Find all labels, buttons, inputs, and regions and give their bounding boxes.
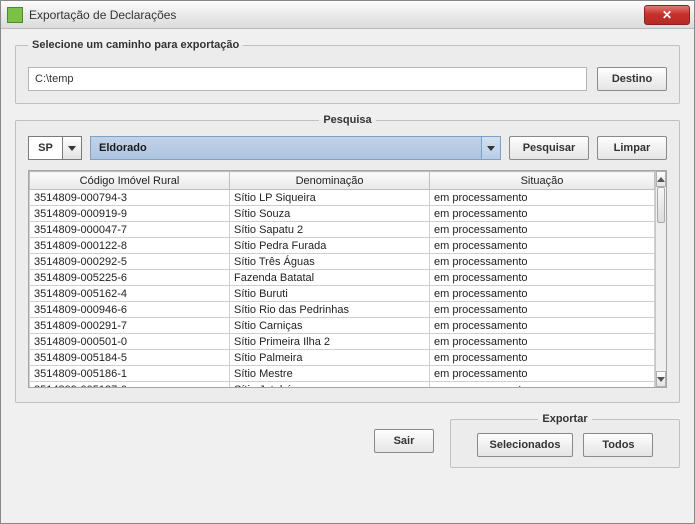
close-button[interactable]: ✕ — [644, 5, 690, 25]
table-row[interactable]: 3514809-000047-7Sítio Sapatu 2em process… — [30, 222, 655, 238]
cell-denom: Sítio Pedra Furada — [230, 238, 430, 254]
table-row[interactable]: 3514809-005187-0Sítio Jatobáem processam… — [30, 382, 655, 388]
cell-sit: em processamento — [430, 222, 655, 238]
cell-denom: Sítio Palmeira — [230, 350, 430, 366]
cell-denom: Sítio Souza — [230, 206, 430, 222]
table-row[interactable]: 3514809-000946-6Sítio Rio das Pedrinhase… — [30, 302, 655, 318]
footer-row: Sair Exportar Selecionados Todos — [15, 413, 680, 468]
cell-codigo: 3514809-005162-4 — [30, 286, 230, 302]
scroll-thumb[interactable] — [657, 187, 665, 223]
table-row[interactable]: 3514809-005162-4Sítio Burutiem processam… — [30, 286, 655, 302]
cell-codigo: 3514809-000122-8 — [30, 238, 230, 254]
cell-denom: Fazenda Batatal — [230, 270, 430, 286]
cell-sit: em processamento — [430, 206, 655, 222]
sair-button[interactable]: Sair — [374, 429, 434, 453]
cell-codigo: 3514809-005186-1 — [30, 366, 230, 382]
cell-codigo: 3514809-005184-5 — [30, 350, 230, 366]
cell-sit: em processamento — [430, 382, 655, 388]
window-title: Exportação de Declarações — [29, 8, 644, 22]
table-header-row: Código Imóvel Rural Denominação Situação — [30, 172, 655, 190]
city-value[interactable] — [90, 136, 481, 160]
scroll-up-button[interactable] — [656, 171, 666, 187]
selecionados-button[interactable]: Selecionados — [477, 433, 574, 457]
close-icon: ✕ — [662, 8, 672, 22]
cell-codigo: 3514809-000501-0 — [30, 334, 230, 350]
results-table-wrap: Código Imóvel Rural Denominação Situação… — [28, 170, 667, 388]
vertical-scrollbar[interactable] — [655, 171, 666, 387]
cell-denom: Sítio Mestre — [230, 366, 430, 382]
city-select[interactable] — [90, 136, 501, 160]
cell-denom: Sítio Rio das Pedrinhas — [230, 302, 430, 318]
chevron-down-icon — [657, 377, 665, 382]
chevron-up-icon — [657, 177, 665, 182]
cell-codigo: 3514809-000919-9 — [30, 206, 230, 222]
scroll-down-button[interactable] — [656, 371, 666, 387]
table-row[interactable]: 3514809-005186-1Sítio Mestreem processam… — [30, 366, 655, 382]
cell-codigo: 3514809-000794-3 — [30, 190, 230, 206]
cell-denom: Sítio Três Águas — [230, 254, 430, 270]
cell-sit: em processamento — [430, 238, 655, 254]
cell-denom: Sítio LP Siqueira — [230, 190, 430, 206]
cell-denom: Sítio Carniças — [230, 318, 430, 334]
scroll-track[interactable] — [656, 187, 666, 371]
titlebar: Exportação de Declarações ✕ — [1, 1, 694, 29]
cell-codigo: 3514809-000292-5 — [30, 254, 230, 270]
cell-denom: Sítio Sapatu 2 — [230, 222, 430, 238]
cell-denom: Sítio Primeira Ilha 2 — [230, 334, 430, 350]
path-input[interactable] — [28, 67, 587, 91]
cell-sit: em processamento — [430, 318, 655, 334]
export-section-legend: Exportar — [538, 413, 591, 425]
cell-sit: em processamento — [430, 334, 655, 350]
cell-codigo: 3514809-000946-6 — [30, 302, 230, 318]
cell-sit: em processamento — [430, 286, 655, 302]
table-row[interactable]: 3514809-000122-8Sítio Pedra Furadaem pro… — [30, 238, 655, 254]
col-header-sit[interactable]: Situação — [430, 172, 655, 190]
cell-sit: em processamento — [430, 270, 655, 286]
results-table[interactable]: Código Imóvel Rural Denominação Situação… — [29, 171, 655, 387]
export-dialog: Exportação de Declarações ✕ Selecione um… — [0, 0, 695, 524]
table-row[interactable]: 3514809-000794-3Sítio LP Siqueiraem proc… — [30, 190, 655, 206]
table-row[interactable]: 3514809-005184-5Sítio Palmeiraem process… — [30, 350, 655, 366]
path-section-legend: Selecione um caminho para exportação — [28, 39, 243, 51]
cell-denom: Sítio Buruti — [230, 286, 430, 302]
path-section: Selecione um caminho para exportação Des… — [15, 39, 680, 104]
search-section: Pesquisa Pesquisar Limpar — [15, 114, 680, 403]
todos-button[interactable]: Todos — [583, 433, 653, 457]
col-header-denom[interactable]: Denominação — [230, 172, 430, 190]
uf-dropdown-button[interactable] — [62, 136, 82, 160]
uf-value[interactable] — [28, 136, 62, 160]
app-icon — [7, 7, 23, 23]
cell-sit: em processamento — [430, 254, 655, 270]
cell-denom: Sítio Jatobá — [230, 382, 430, 388]
chevron-down-icon — [487, 146, 495, 151]
table-row[interactable]: 3514809-005225-6Fazenda Batatalem proces… — [30, 270, 655, 286]
cell-sit: em processamento — [430, 302, 655, 318]
pesquisar-button[interactable]: Pesquisar — [509, 136, 589, 160]
cell-codigo: 3514809-000047-7 — [30, 222, 230, 238]
uf-select[interactable] — [28, 136, 82, 160]
cell-sit: em processamento — [430, 190, 655, 206]
col-header-codigo[interactable]: Código Imóvel Rural — [30, 172, 230, 190]
table-row[interactable]: 3514809-000919-9Sítio Souzaem processame… — [30, 206, 655, 222]
table-row[interactable]: 3514809-000501-0Sítio Primeira Ilha 2em … — [30, 334, 655, 350]
chevron-down-icon — [68, 146, 76, 151]
city-dropdown-button[interactable] — [481, 136, 501, 160]
table-row[interactable]: 3514809-000291-7Sítio Carniçasem process… — [30, 318, 655, 334]
limpar-button[interactable]: Limpar — [597, 136, 667, 160]
cell-codigo: 3514809-005187-0 — [30, 382, 230, 388]
cell-sit: em processamento — [430, 350, 655, 366]
search-section-legend: Pesquisa — [319, 114, 375, 126]
cell-codigo: 3514809-005225-6 — [30, 270, 230, 286]
table-row[interactable]: 3514809-000292-5Sítio Três Águasem proce… — [30, 254, 655, 270]
export-section: Exportar Selecionados Todos — [450, 413, 680, 468]
destino-button[interactable]: Destino — [597, 67, 667, 91]
cell-sit: em processamento — [430, 366, 655, 382]
content-area: Selecione um caminho para exportação Des… — [1, 29, 694, 478]
cell-codigo: 3514809-000291-7 — [30, 318, 230, 334]
